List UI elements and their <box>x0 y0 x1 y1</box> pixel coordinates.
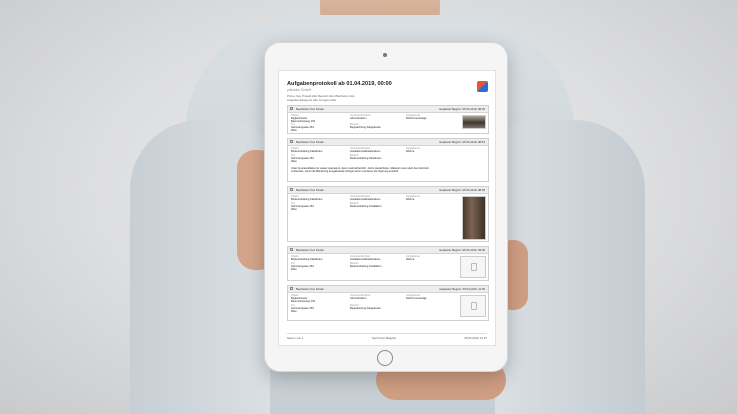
task-date: Geplanter Beginn: 05.04.2019, 08:51 <box>439 140 485 144</box>
field-value: Bodenerhaltung Kabelkrien <box>291 150 323 153</box>
checkbox-icon[interactable] <box>290 188 294 192</box>
field-value: Wien <box>291 208 297 211</box>
task-card[interactable]: Bearbeiten Von Kinder Geplanter Beginn: … <box>287 138 489 182</box>
field-value: Bodenerhaltung Kabelkrien <box>350 157 382 160</box>
tablet: Aufgabenprotokoll ab 01.04.2019, 00:00 p… <box>264 42 508 372</box>
field-value: Warme <box>406 150 415 153</box>
checkbox-icon[interactable] <box>290 248 294 252</box>
field-value: Administration <box>350 117 367 120</box>
task-date: Geplanter Beginn: 05.04.2019, 11:00 <box>439 287 485 291</box>
task-status: Bearbeiten Von Kinder <box>296 140 324 144</box>
field-value: Wien <box>291 268 297 271</box>
task-card[interactable]: Bearbeiten Von Kinder Geplanter Beginn: … <box>287 105 489 134</box>
footer-date: 05.04.2019, 13:37 <box>464 336 487 340</box>
checkbox-icon[interactable] <box>290 140 294 144</box>
photo-background: Aufgabenprotokoll ab 01.04.2019, 00:00 p… <box>0 0 737 414</box>
task-status: Bearbeiten Von Kinder <box>296 107 324 111</box>
task-status: Bearbeiten Von Kinder <box>296 248 324 252</box>
page-number: Seite 1 von 1 <box>287 336 304 340</box>
checkbox-icon[interactable] <box>290 107 294 111</box>
photo-placeholder-icon <box>460 295 486 317</box>
task-card[interactable]: Bearbeiten Von Kinder Geplanter Beginn: … <box>287 285 489 321</box>
task-card[interactable]: Bearbeiten Von Kinder Geplanter Beginn: … <box>287 186 489 242</box>
task-description: Unter Ameisenklatten ist Lasser aversier… <box>291 167 429 174</box>
report-footer: Seite 1 von 1 Nach Ihrer Maganit 05.04.2… <box>287 333 487 340</box>
task-status: Bearbeiten Von Kinder <box>296 287 324 291</box>
task-status: Bearbeiten Von Kinder <box>296 188 324 192</box>
task-date: Geplanter Beginn: 05.04.2019, 09:00 <box>439 248 485 252</box>
home-button[interactable] <box>377 350 393 366</box>
task-photo[interactable] <box>462 115 486 129</box>
checkbox-icon[interactable] <box>290 287 294 291</box>
tablet-screen: Aufgabenprotokoll ab 01.04.2019, 00:00 p… <box>278 70 496 346</box>
field-value: Begutachtung Fliegedecke <box>350 126 381 129</box>
field-value: Bodenerhaltung Kabelkrien <box>291 198 323 201</box>
field-value: Wien <box>291 129 297 132</box>
field-value: Warme <box>406 258 415 261</box>
task-card[interactable]: Bearbeiten Von Kinder Geplanter Beginn: … <box>287 246 489 281</box>
field-value: Begutachtung Fliegedecke <box>350 307 381 310</box>
field-value: Rohrrinnenanlage <box>406 117 427 120</box>
task-photo[interactable] <box>462 196 486 240</box>
field-value: Wien <box>291 310 297 313</box>
field-value: Bodenerhaltung Kabelkrien <box>291 258 323 261</box>
footer-center: Nach Ihrer Maganit <box>372 336 396 340</box>
field-value: Installationsliebelebrations <box>350 150 381 153</box>
field-value: Installationsliebelebrations <box>350 198 381 201</box>
report-title: Aufgabenprotokoll ab 01.04.2019, 00:00 <box>287 81 392 87</box>
field-value: Baumschutzweg 154 <box>291 300 316 303</box>
camera-icon <box>383 53 387 57</box>
field-value: Wien <box>291 160 297 163</box>
company-logo-icon <box>477 81 488 92</box>
field-value: Bodenerhaltung Installation <box>350 205 382 208</box>
field-value: Rohrrinnenanlage <box>406 297 427 300</box>
report-filters-2: Aufgabenkategorie Alle Gruppen Alle <box>287 98 337 102</box>
report-company: pdfokbo GmbH <box>287 88 312 92</box>
photo-placeholder-icon <box>460 256 486 278</box>
task-date: Geplanter Beginn: 05.04.2019, 08:56 <box>439 188 485 192</box>
field-value: Administration <box>350 297 367 300</box>
field-value: Warme <box>406 198 415 201</box>
task-date: Geplanter Beginn: 05.04.2019, 08:30 <box>439 107 485 111</box>
field-value: Bodenerhaltung Installation <box>350 265 382 268</box>
field-value: Installationsliebelebrations <box>350 258 381 261</box>
